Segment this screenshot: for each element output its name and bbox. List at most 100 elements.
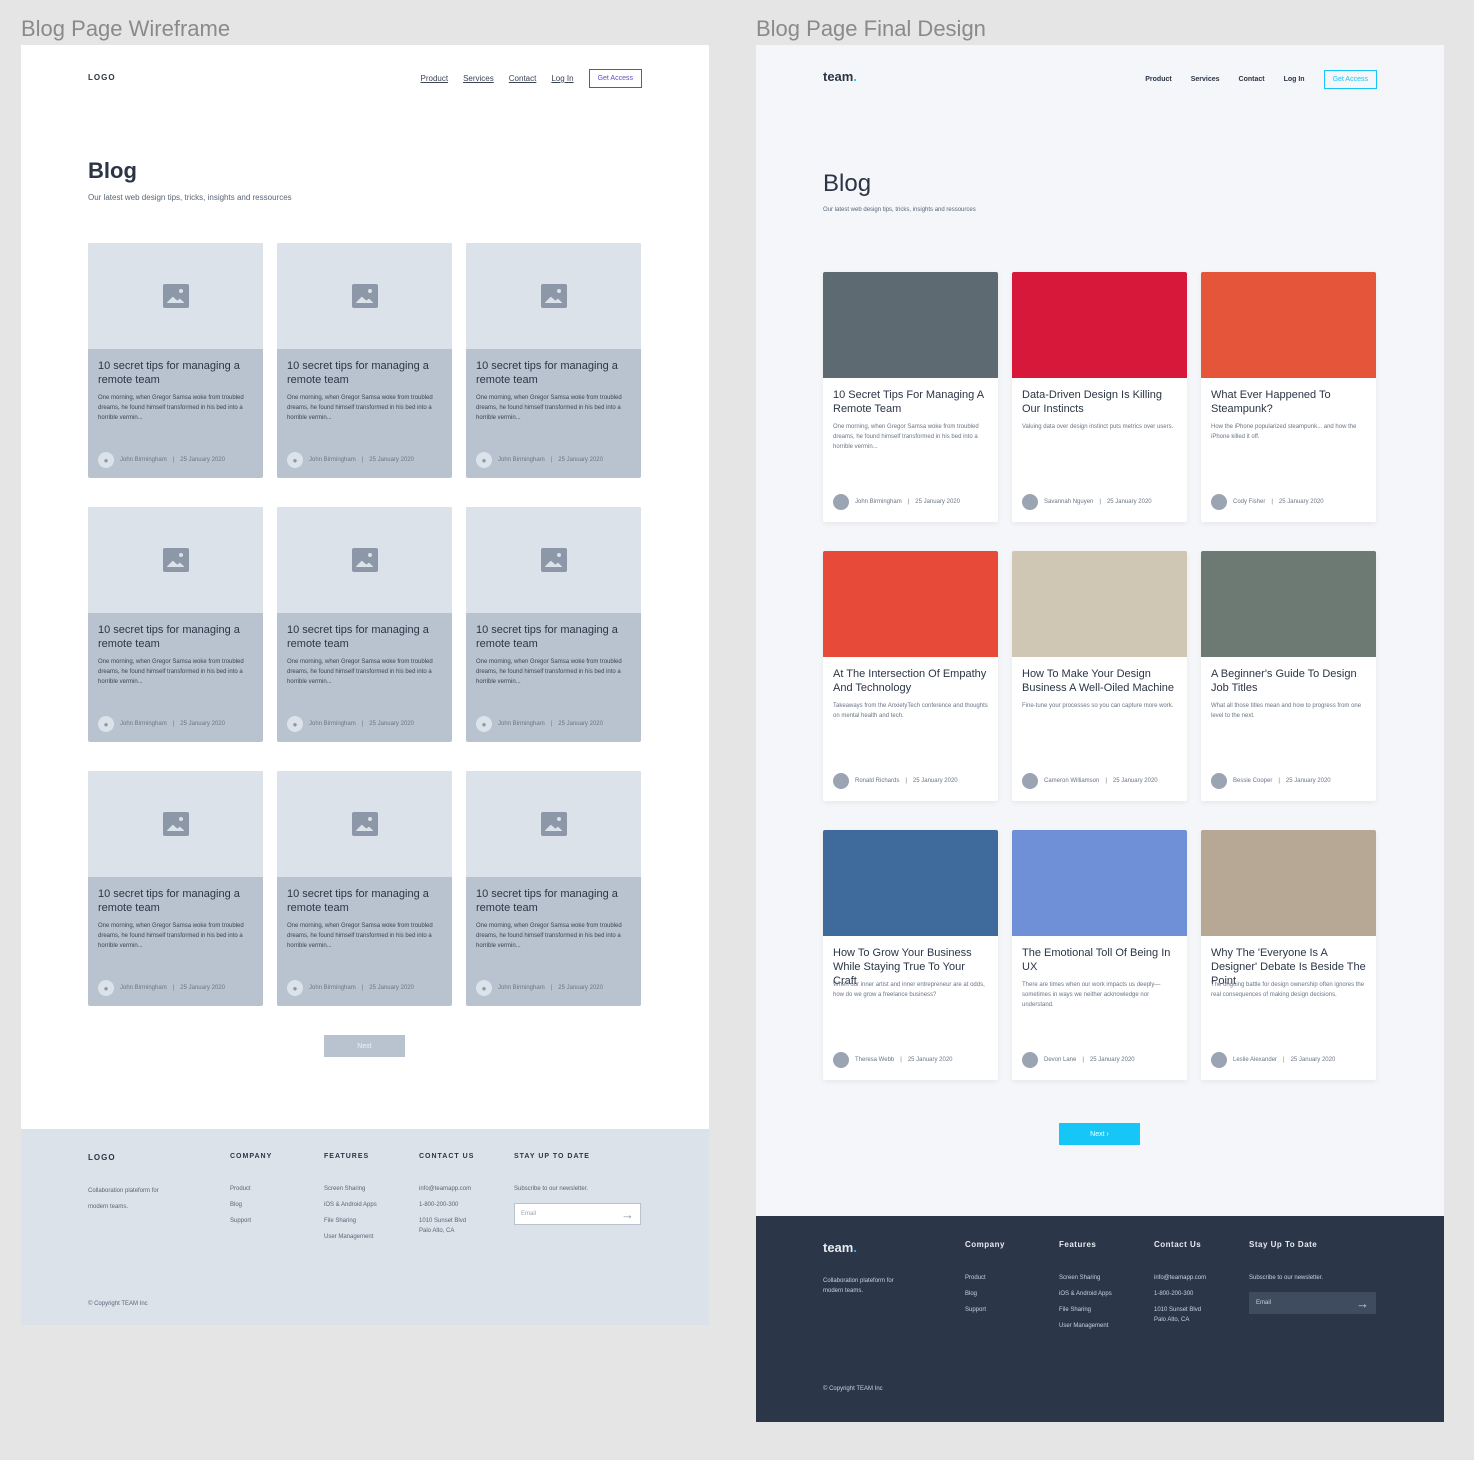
image-icon — [351, 812, 378, 836]
card-image[interactable] — [1201, 830, 1376, 936]
blog-card[interactable]: 10 secret tips for managing a remote tea… — [88, 243, 263, 478]
logo[interactable]: LOGO — [88, 73, 116, 82]
footer-link-product[interactable]: Product — [230, 1181, 272, 1197]
card-image[interactable] — [823, 272, 998, 378]
card-title[interactable]: 10 secret tips for managing a remote tea… — [476, 623, 633, 651]
meta-separator: | — [905, 778, 907, 784]
card-title[interactable]: 10 secret tips for managing a remote tea… — [98, 359, 255, 387]
card-title[interactable]: 10 secret tips for managing a remote tea… — [287, 887, 444, 915]
card-title[interactable]: Data-Driven Design Is Killing Our Instin… — [1022, 388, 1179, 416]
card-title[interactable]: 10 secret tips for managing a remote tea… — [476, 359, 633, 387]
blog-card[interactable]: A Beginner's Guide To Design Job Titles W… — [1201, 551, 1376, 801]
card-title[interactable]: A Beginner's Guide To Design Job Titles — [1211, 667, 1368, 695]
footer-address-line2: Palo Alto, CA — [419, 1228, 455, 1234]
nav-services[interactable]: Services — [463, 74, 494, 83]
card-date: 25 January 2020 — [558, 457, 603, 463]
arrow-right-icon[interactable]: → — [621, 1207, 634, 1222]
card-date: 25 January 2020 — [369, 457, 414, 463]
footer-link-support[interactable]: Support — [230, 1213, 272, 1229]
image-icon — [351, 548, 378, 572]
newsletter-email-input[interactable]: Email → — [1249, 1292, 1376, 1314]
blog-card[interactable]: 10 secret tips for managing a remote tea… — [466, 507, 641, 742]
logo[interactable]: team. — [823, 69, 857, 84]
card-date: 25 January 2020 — [558, 721, 603, 727]
blog-grid: 10 Secret Tips For Managing A Remote Tea… — [823, 272, 1376, 1080]
footer-email[interactable]: info@teamapp.com — [419, 1181, 474, 1197]
blog-card[interactable]: 10 secret tips for managing a remote tea… — [466, 771, 641, 1006]
footer-logo[interactable]: team. — [823, 1240, 913, 1255]
card-author: John Birmingham — [309, 985, 356, 991]
meta-separator: | — [900, 1057, 902, 1063]
card-image[interactable] — [823, 551, 998, 657]
footer-brand: LOGO Collaboration plateform for modern … — [88, 1153, 168, 1215]
card-title[interactable]: 10 secret tips for managing a remote tea… — [287, 359, 444, 387]
get-access-button[interactable]: Get Access — [1323, 70, 1377, 89]
blog-card[interactable]: Data-Driven Design Is Killing Our Instin… — [1012, 272, 1187, 522]
card-title[interactable]: 10 secret tips for managing a remote tea… — [98, 623, 255, 651]
nav-login[interactable]: Log In — [1284, 76, 1305, 83]
nav-product[interactable]: Product — [1145, 76, 1171, 83]
nav-services[interactable]: Services — [1191, 76, 1220, 83]
card-title[interactable]: 10 Secret Tips For Managing A Remote Tea… — [833, 388, 990, 416]
footer-link-user-management[interactable]: User Management — [324, 1229, 377, 1245]
footer-link-support[interactable]: Support — [965, 1302, 1005, 1318]
next-button[interactable]: Next › — [1059, 1123, 1140, 1145]
newsletter-email-input[interactable]: Email → — [514, 1203, 641, 1225]
blog-card[interactable]: 10 secret tips for managing a remote tea… — [88, 507, 263, 742]
footer-features: Features Screen Sharing iOS & Android Ap… — [1059, 1240, 1112, 1334]
card-excerpt: Takeaways from the AnxietyTech conferenc… — [833, 703, 988, 719]
card-title[interactable]: 10 secret tips for managing a remote tea… — [287, 623, 444, 651]
card-image[interactable] — [1012, 272, 1187, 378]
nav-contact[interactable]: Contact — [1239, 76, 1265, 83]
card-title[interactable]: 10 secret tips for managing a remote tea… — [98, 887, 255, 915]
card-image[interactable] — [1012, 830, 1187, 936]
blog-card[interactable]: What Ever Happened To Steampunk? How the … — [1201, 272, 1376, 522]
blog-card[interactable]: 10 secret tips for managing a remote tea… — [466, 243, 641, 478]
card-meta: Theresa Webb | 25 January 2020 — [833, 1052, 953, 1068]
footer-link-screen-sharing[interactable]: Screen Sharing — [1059, 1270, 1112, 1286]
nav-login[interactable]: Log In — [551, 74, 573, 83]
nav-product[interactable]: Product — [421, 74, 449, 83]
footer-link-product[interactable]: Product — [965, 1270, 1005, 1286]
blog-card[interactable]: 10 secret tips for managing a remote tea… — [277, 507, 452, 742]
blog-card[interactable]: 10 secret tips for managing a remote tea… — [277, 243, 452, 478]
arrow-right-icon[interactable]: → — [1356, 1296, 1369, 1311]
footer-link-apps[interactable]: iOS & Android Apps — [324, 1197, 377, 1213]
card-title[interactable]: What Ever Happened To Steampunk? — [1211, 388, 1368, 416]
blog-card[interactable]: At The Intersection Of Empathy And Techn… — [823, 551, 998, 801]
blog-card[interactable]: The Emotional Toll Of Being In UX There a… — [1012, 830, 1187, 1080]
footer-link-apps[interactable]: iOS & Android Apps — [1059, 1286, 1112, 1302]
get-access-button[interactable]: Get Access — [588, 69, 642, 88]
blog-card[interactable]: How To Make Your Design Business A Well-… — [1012, 551, 1187, 801]
card-image[interactable] — [1201, 272, 1376, 378]
blog-card[interactable]: Why The 'Everyone Is A Designer' Debate … — [1201, 830, 1376, 1080]
blog-card[interactable]: 10 secret tips for managing a remote tea… — [277, 771, 452, 1006]
card-author: John Birmingham — [120, 985, 167, 991]
card-title[interactable]: The Emotional Toll Of Being In UX — [1022, 946, 1179, 974]
nav-contact[interactable]: Contact — [509, 74, 537, 83]
card-title[interactable]: 10 secret tips for managing a remote tea… — [476, 887, 633, 915]
blog-card[interactable]: How To Grow Your Business While Staying … — [823, 830, 998, 1080]
avatar — [1211, 494, 1227, 510]
footer-link-blog[interactable]: Blog — [230, 1197, 272, 1213]
next-button[interactable]: Next — [324, 1035, 405, 1057]
footer-link-screen-sharing[interactable]: Screen Sharing — [324, 1181, 377, 1197]
blog-card[interactable]: 10 secret tips for managing a remote tea… — [88, 771, 263, 1006]
card-image[interactable] — [1012, 551, 1187, 657]
footer-link-blog[interactable]: Blog — [965, 1286, 1005, 1302]
card-title[interactable]: At The Intersection Of Empathy And Techn… — [833, 667, 990, 695]
final-artboard-label: Blog Page Final Design — [756, 16, 986, 41]
meta-separator: | — [550, 721, 553, 727]
footer-link-user-management[interactable]: User Management — [1059, 1318, 1112, 1334]
card-excerpt: One morning, when Gregor Samsa woke from… — [476, 659, 622, 685]
footer-link-file-sharing[interactable]: File Sharing — [324, 1213, 377, 1229]
footer-link-file-sharing[interactable]: File Sharing — [1059, 1302, 1112, 1318]
card-image[interactable] — [1201, 551, 1376, 657]
footer-logo[interactable]: LOGO — [88, 1153, 168, 1162]
card-image[interactable] — [823, 830, 998, 936]
card-author: Leslie Alexander — [1233, 1057, 1278, 1063]
blog-card[interactable]: 10 Secret Tips For Managing A Remote Tea… — [823, 272, 998, 522]
footer-email[interactable]: info@teamapp.com — [1154, 1270, 1206, 1286]
card-title[interactable]: How To Make Your Design Business A Well-… — [1022, 667, 1179, 695]
meta-separator: | — [172, 457, 175, 463]
